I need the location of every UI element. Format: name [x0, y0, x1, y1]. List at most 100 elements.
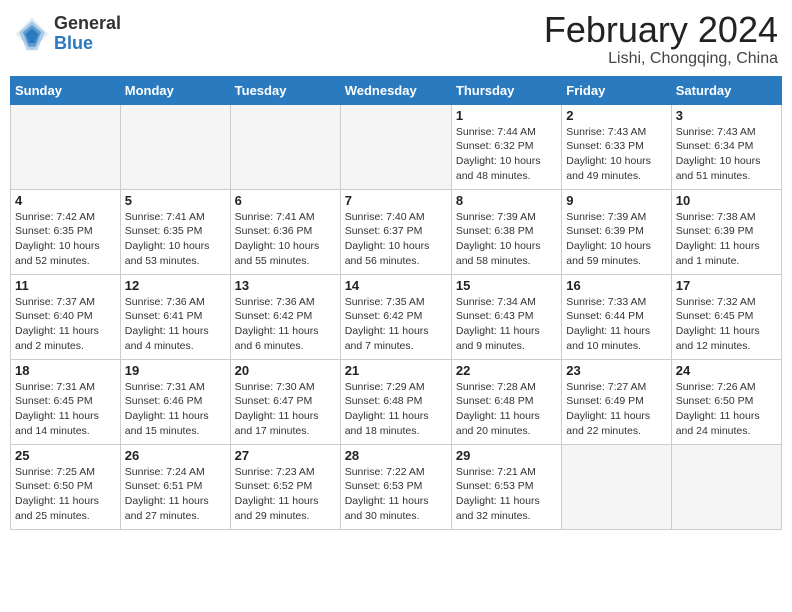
- day-number: 15: [456, 278, 557, 293]
- day-number: 7: [345, 193, 447, 208]
- week-row-5: 25 Sunrise: 7:25 AM Sunset: 6:50 PM Dayli…: [11, 444, 782, 529]
- weekday-header-row: SundayMondayTuesdayWednesdayThursdayFrid…: [11, 76, 782, 104]
- calendar-cell: 9 Sunrise: 7:39 AM Sunset: 6:39 PM Daylig…: [562, 189, 671, 274]
- day-number: 24: [676, 363, 777, 378]
- logo-text: General Blue: [54, 14, 121, 54]
- calendar-cell: 6 Sunrise: 7:41 AM Sunset: 6:36 PM Daylig…: [230, 189, 340, 274]
- day-info: Sunrise: 7:28 AM Sunset: 6:48 PM Dayligh…: [456, 380, 557, 439]
- day-info: Sunrise: 7:43 AM Sunset: 6:33 PM Dayligh…: [566, 125, 666, 184]
- calendar-cell: 16 Sunrise: 7:33 AM Sunset: 6:44 PM Dayli…: [562, 274, 671, 359]
- day-info: Sunrise: 7:21 AM Sunset: 6:53 PM Dayligh…: [456, 465, 557, 524]
- logo: General Blue: [14, 14, 121, 54]
- weekday-header-saturday: Saturday: [671, 76, 781, 104]
- day-info: Sunrise: 7:44 AM Sunset: 6:32 PM Dayligh…: [456, 125, 557, 184]
- calendar-cell: [230, 104, 340, 189]
- calendar-table: SundayMondayTuesdayWednesdayThursdayFrid…: [10, 76, 782, 530]
- day-info: Sunrise: 7:37 AM Sunset: 6:40 PM Dayligh…: [15, 295, 116, 354]
- day-info: Sunrise: 7:23 AM Sunset: 6:52 PM Dayligh…: [235, 465, 336, 524]
- calendar-cell: 15 Sunrise: 7:34 AM Sunset: 6:43 PM Dayli…: [451, 274, 561, 359]
- calendar-cell: 7 Sunrise: 7:40 AM Sunset: 6:37 PM Daylig…: [340, 189, 451, 274]
- day-number: 26: [125, 448, 226, 463]
- weekday-header-tuesday: Tuesday: [230, 76, 340, 104]
- day-info: Sunrise: 7:41 AM Sunset: 6:35 PM Dayligh…: [125, 210, 226, 269]
- day-info: Sunrise: 7:22 AM Sunset: 6:53 PM Dayligh…: [345, 465, 447, 524]
- day-number: 2: [566, 108, 666, 123]
- calendar-cell: 4Sunrise: 7:42 AM Sunset: 6:35 PM Daylig…: [11, 189, 121, 274]
- calendar-cell: 29 Sunrise: 7:21 AM Sunset: 6:53 PM Dayli…: [451, 444, 561, 529]
- day-info: Sunrise: 7:43 AM Sunset: 6:34 PM Dayligh…: [676, 125, 777, 184]
- day-info: Sunrise: 7:38 AM Sunset: 6:39 PM Dayligh…: [676, 210, 777, 269]
- calendar-cell: 3 Sunrise: 7:43 AM Sunset: 6:34 PM Daylig…: [671, 104, 781, 189]
- day-info: Sunrise: 7:30 AM Sunset: 6:47 PM Dayligh…: [235, 380, 336, 439]
- calendar-cell: 21 Sunrise: 7:29 AM Sunset: 6:48 PM Dayli…: [340, 359, 451, 444]
- day-number: 23: [566, 363, 666, 378]
- day-number: 10: [676, 193, 777, 208]
- day-info: Sunrise: 7:40 AM Sunset: 6:37 PM Dayligh…: [345, 210, 447, 269]
- day-number: 19: [125, 363, 226, 378]
- calendar-cell: 19Sunrise: 7:31 AM Sunset: 6:46 PM Dayli…: [120, 359, 230, 444]
- day-number: 20: [235, 363, 336, 378]
- day-number: 16: [566, 278, 666, 293]
- location-title: Lishi, Chongqing, China: [544, 50, 778, 68]
- day-number: 25: [15, 448, 116, 463]
- day-info: Sunrise: 7:33 AM Sunset: 6:44 PM Dayligh…: [566, 295, 666, 354]
- day-number: 9: [566, 193, 666, 208]
- calendar-cell: 2 Sunrise: 7:43 AM Sunset: 6:33 PM Daylig…: [562, 104, 671, 189]
- calendar-cell: 1 Sunrise: 7:44 AM Sunset: 6:32 PM Daylig…: [451, 104, 561, 189]
- day-number: 21: [345, 363, 447, 378]
- week-row-3: 11 Sunrise: 7:37 AM Sunset: 6:40 PM Dayli…: [11, 274, 782, 359]
- calendar-cell: 23Sunrise: 7:27 AM Sunset: 6:49 PM Dayli…: [562, 359, 671, 444]
- week-row-1: 1 Sunrise: 7:44 AM Sunset: 6:32 PM Daylig…: [11, 104, 782, 189]
- calendar-cell: 27Sunrise: 7:23 AM Sunset: 6:52 PM Dayli…: [230, 444, 340, 529]
- month-year-title: February 2024: [544, 10, 778, 50]
- logo-icon: [14, 16, 50, 52]
- calendar-cell: [11, 104, 121, 189]
- day-number: 5: [125, 193, 226, 208]
- calendar-cell: 17 Sunrise: 7:32 AM Sunset: 6:45 PM Dayli…: [671, 274, 781, 359]
- day-number: 13: [235, 278, 336, 293]
- day-number: 22: [456, 363, 557, 378]
- calendar-cell: 13 Sunrise: 7:36 AM Sunset: 6:42 PM Dayli…: [230, 274, 340, 359]
- day-info: Sunrise: 7:31 AM Sunset: 6:45 PM Dayligh…: [15, 380, 116, 439]
- page-header: General Blue February 2024 Lishi, Chongq…: [10, 10, 782, 68]
- calendar-cell: 5 Sunrise: 7:41 AM Sunset: 6:35 PM Daylig…: [120, 189, 230, 274]
- day-info: Sunrise: 7:36 AM Sunset: 6:42 PM Dayligh…: [235, 295, 336, 354]
- day-number: 12: [125, 278, 226, 293]
- calendar-cell: 8Sunrise: 7:39 AM Sunset: 6:38 PM Daylig…: [451, 189, 561, 274]
- day-info: Sunrise: 7:39 AM Sunset: 6:39 PM Dayligh…: [566, 210, 666, 269]
- day-number: 17: [676, 278, 777, 293]
- calendar-cell: 22 Sunrise: 7:28 AM Sunset: 6:48 PM Dayli…: [451, 359, 561, 444]
- day-info: Sunrise: 7:32 AM Sunset: 6:45 PM Dayligh…: [676, 295, 777, 354]
- title-block: February 2024 Lishi, Chongqing, China: [544, 10, 778, 68]
- logo-general: General: [54, 14, 121, 34]
- calendar-cell: 28 Sunrise: 7:22 AM Sunset: 6:53 PM Dayli…: [340, 444, 451, 529]
- week-row-4: 18 Sunrise: 7:31 AM Sunset: 6:45 PM Dayli…: [11, 359, 782, 444]
- day-info: Sunrise: 7:29 AM Sunset: 6:48 PM Dayligh…: [345, 380, 447, 439]
- day-info: Sunrise: 7:25 AM Sunset: 6:50 PM Dayligh…: [15, 465, 116, 524]
- logo-blue: Blue: [54, 34, 121, 54]
- calendar-cell: 26Sunrise: 7:24 AM Sunset: 6:51 PM Dayli…: [120, 444, 230, 529]
- calendar-cell: [120, 104, 230, 189]
- day-info: Sunrise: 7:42 AM Sunset: 6:35 PM Dayligh…: [15, 210, 116, 269]
- day-number: 29: [456, 448, 557, 463]
- day-info: Sunrise: 7:34 AM Sunset: 6:43 PM Dayligh…: [456, 295, 557, 354]
- day-number: 1: [456, 108, 557, 123]
- day-info: Sunrise: 7:26 AM Sunset: 6:50 PM Dayligh…: [676, 380, 777, 439]
- calendar-cell: 12Sunrise: 7:36 AM Sunset: 6:41 PM Dayli…: [120, 274, 230, 359]
- day-number: 6: [235, 193, 336, 208]
- day-number: 3: [676, 108, 777, 123]
- calendar-cell: 24 Sunrise: 7:26 AM Sunset: 6:50 PM Dayli…: [671, 359, 781, 444]
- day-number: 18: [15, 363, 116, 378]
- weekday-header-wednesday: Wednesday: [340, 76, 451, 104]
- calendar-cell: [340, 104, 451, 189]
- day-info: Sunrise: 7:41 AM Sunset: 6:36 PM Dayligh…: [235, 210, 336, 269]
- week-row-2: 4Sunrise: 7:42 AM Sunset: 6:35 PM Daylig…: [11, 189, 782, 274]
- day-number: 28: [345, 448, 447, 463]
- weekday-header-monday: Monday: [120, 76, 230, 104]
- weekday-header-sunday: Sunday: [11, 76, 121, 104]
- day-number: 11: [15, 278, 116, 293]
- calendar-cell: 11 Sunrise: 7:37 AM Sunset: 6:40 PM Dayli…: [11, 274, 121, 359]
- day-info: Sunrise: 7:39 AM Sunset: 6:38 PM Dayligh…: [456, 210, 557, 269]
- calendar-cell: [562, 444, 671, 529]
- calendar-cell: 20 Sunrise: 7:30 AM Sunset: 6:47 PM Dayli…: [230, 359, 340, 444]
